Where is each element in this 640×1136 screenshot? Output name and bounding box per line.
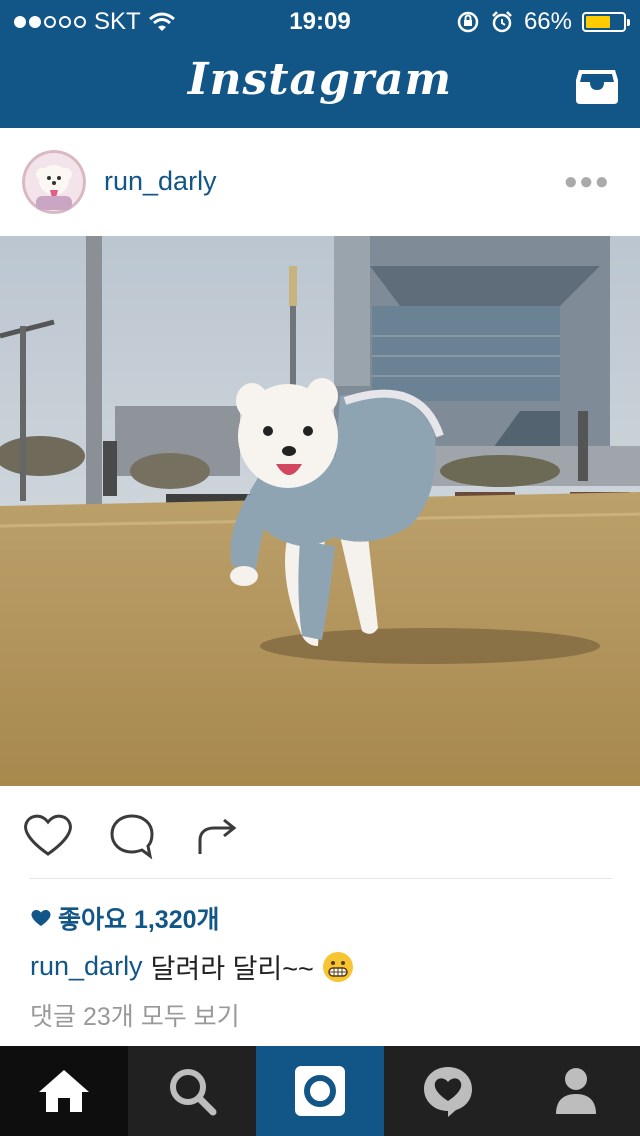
profile-icon bbox=[556, 1068, 596, 1114]
activity-icon bbox=[424, 1067, 472, 1117]
battery-percent: 66% bbox=[523, 8, 572, 35]
more-icon[interactable]: ●●● bbox=[564, 168, 611, 196]
rotation-lock-icon bbox=[457, 11, 479, 33]
tab-home[interactable] bbox=[0, 1046, 128, 1136]
battery-icon bbox=[582, 12, 630, 32]
caption-text: 달려라 달리~~ bbox=[150, 954, 314, 984]
heart-icon bbox=[31, 910, 51, 927]
tab-bar bbox=[0, 1046, 640, 1136]
status-right: 66% bbox=[456, 8, 630, 36]
status-bar: SKT 19:09 66% bbox=[0, 0, 640, 40]
heart-icon[interactable] bbox=[22, 812, 74, 858]
search-icon bbox=[170, 1069, 217, 1116]
post-actions bbox=[0, 806, 640, 866]
app-logo: Instagram bbox=[187, 54, 453, 105]
comment-icon[interactable] bbox=[108, 812, 156, 860]
share-icon[interactable] bbox=[194, 812, 240, 858]
grin-emoji bbox=[322, 951, 353, 982]
tab-profile[interactable] bbox=[512, 1046, 640, 1136]
alarm-icon bbox=[492, 11, 512, 33]
divider bbox=[30, 878, 612, 879]
caption-username[interactable]: run_darly bbox=[30, 951, 143, 982]
battery-fill bbox=[586, 16, 610, 28]
top-nav: Instagram bbox=[0, 40, 640, 128]
avatar[interactable] bbox=[22, 150, 86, 214]
caption: run_darly 달려라 달리~~ bbox=[30, 947, 354, 986]
view-all-comments[interactable]: 댓글 23개 모두 보기 bbox=[30, 997, 240, 1033]
likes-row[interactable]: 좋아요 1,320개 bbox=[30, 900, 220, 936]
post-username[interactable]: run_darly bbox=[104, 166, 217, 197]
home-icon bbox=[39, 1070, 89, 1112]
tab-camera[interactable] bbox=[256, 1046, 384, 1136]
post-photo[interactable] bbox=[0, 236, 640, 786]
likes-count: 좋아요 1,320개 bbox=[58, 906, 220, 934]
inbox-icon[interactable] bbox=[574, 66, 620, 106]
tab-search[interactable] bbox=[128, 1046, 256, 1136]
tab-activity[interactable] bbox=[384, 1046, 512, 1136]
post-header: run_darly ●●● bbox=[0, 128, 640, 236]
camera-icon bbox=[295, 1066, 345, 1116]
